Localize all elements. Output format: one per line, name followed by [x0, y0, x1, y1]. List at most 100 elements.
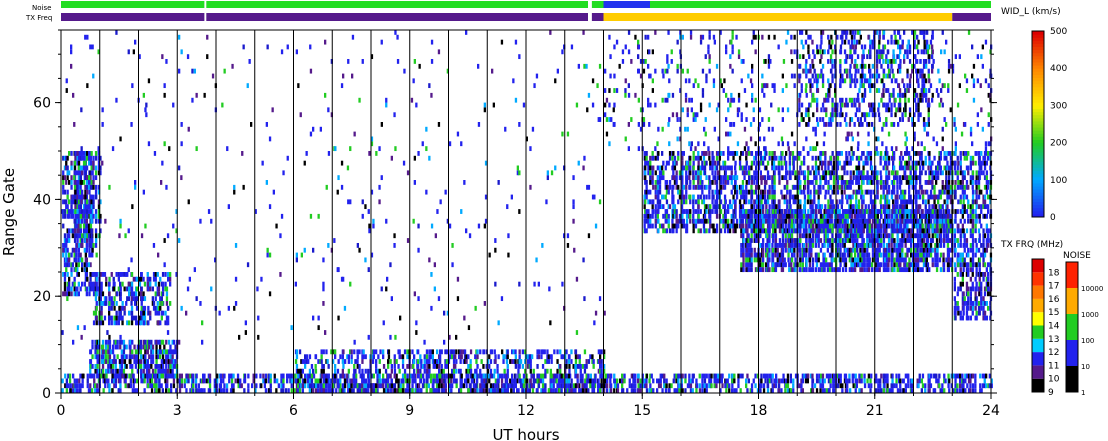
scatter-cell [745, 180, 748, 185]
scatter-cell [703, 373, 706, 379]
scatter-cell [895, 373, 898, 379]
scatter-cell [838, 160, 841, 166]
scatter-cell [397, 364, 400, 369]
scatter-cell [931, 204, 934, 210]
scatter-cell [363, 383, 366, 389]
scatter-cell [879, 170, 882, 176]
scatter-cell [317, 388, 320, 394]
scatter-cell [815, 204, 818, 210]
scatter-cell [866, 378, 869, 384]
scatter-cell [159, 344, 162, 350]
scatter-cell [974, 383, 977, 389]
scatter-cell [979, 383, 982, 389]
scatter-cell [428, 359, 431, 364]
scatter-cell [273, 373, 276, 379]
scatter-cell [763, 155, 767, 161]
scatter-cell [815, 189, 818, 195]
scatter-cell [434, 388, 437, 394]
scatter-cell [426, 364, 429, 369]
scatter-cell [876, 170, 879, 176]
scatter-cell [108, 286, 111, 292]
scatter-cell [658, 184, 662, 190]
scatter-cell [780, 155, 783, 161]
scatter-cell [591, 354, 594, 360]
scatter-cell [550, 359, 553, 364]
scatter-cell [692, 180, 695, 185]
scatter-cell [549, 368, 552, 374]
scatter-cell [125, 301, 128, 306]
scatter-cell [594, 378, 597, 384]
scatter-cell [82, 151, 86, 156]
scatter-cell [156, 272, 159, 277]
scatter-cell [766, 388, 770, 394]
scatter-cell [792, 388, 795, 394]
scatter-cell [742, 257, 745, 263]
scatter-cell [619, 378, 622, 384]
scatter-cell [780, 378, 783, 384]
scatter-cell [857, 199, 861, 205]
scatter-cell [170, 383, 173, 389]
scatter-cell [741, 151, 745, 156]
scatter-cell [169, 359, 172, 364]
scatter-cell [131, 364, 134, 369]
scatter-cell [843, 170, 846, 176]
scatter-cell [489, 359, 493, 364]
scatter-cell [452, 368, 456, 374]
scatter-cell [643, 194, 646, 200]
scatter-cell [79, 388, 82, 394]
scatter-cell [91, 388, 94, 394]
scatter-cell [84, 204, 87, 210]
scatter-cell [699, 194, 702, 200]
scatter-cell [493, 368, 496, 374]
scatter-cell [119, 281, 122, 287]
scatter-cell [568, 388, 571, 394]
scatter-cell [160, 296, 163, 302]
scatter-cell [263, 383, 266, 389]
scatter-cell [565, 359, 568, 364]
scatter-cell [558, 378, 561, 384]
scatter-cell [781, 151, 784, 156]
scatter-cell [147, 320, 150, 326]
scatter-cell [375, 388, 378, 394]
scatter-cell [455, 378, 458, 384]
scatter-cell [503, 388, 506, 394]
scatter-cell [294, 378, 298, 384]
scatter-cell [773, 184, 776, 190]
txfreq-band-segment [61, 13, 205, 21]
scatter-cell [668, 184, 672, 190]
scatter-cell [74, 204, 77, 210]
scatter-cell [88, 175, 91, 181]
scatter-cell [947, 373, 950, 379]
scatter-cell [113, 281, 116, 287]
scatter-cell [763, 184, 767, 190]
scatter-cell [514, 364, 517, 369]
scatter-cell [81, 170, 84, 176]
scatter-cell [722, 223, 725, 229]
scatter-cell [880, 388, 883, 394]
scatter-cell [771, 388, 774, 394]
scatter-cell [442, 383, 445, 389]
scatter-cell [898, 155, 902, 161]
scatter-cell [773, 199, 776, 205]
scatter-cell [778, 155, 781, 161]
scatter-cell [108, 305, 111, 311]
scatter-cell [570, 383, 573, 389]
scatter-cell [892, 160, 895, 166]
scatter-cell [68, 238, 71, 243]
scatter-cell [358, 364, 361, 369]
scatter-cell [907, 373, 910, 379]
scatter-cell [94, 175, 98, 181]
scatter-cell [941, 383, 944, 389]
scatter-cell [677, 155, 680, 161]
scatter-cell [74, 189, 77, 195]
scatter-cell [165, 301, 169, 306]
scatter-cell [467, 354, 470, 360]
scatter-cell [799, 199, 802, 205]
scatter-cell [76, 184, 79, 190]
scatter-cell [166, 368, 169, 374]
scatter-cell [705, 373, 708, 379]
scatter-cell [440, 364, 443, 369]
scatter-cell [701, 184, 704, 190]
scatter-cell [606, 388, 609, 394]
scatter-cell [692, 194, 695, 200]
